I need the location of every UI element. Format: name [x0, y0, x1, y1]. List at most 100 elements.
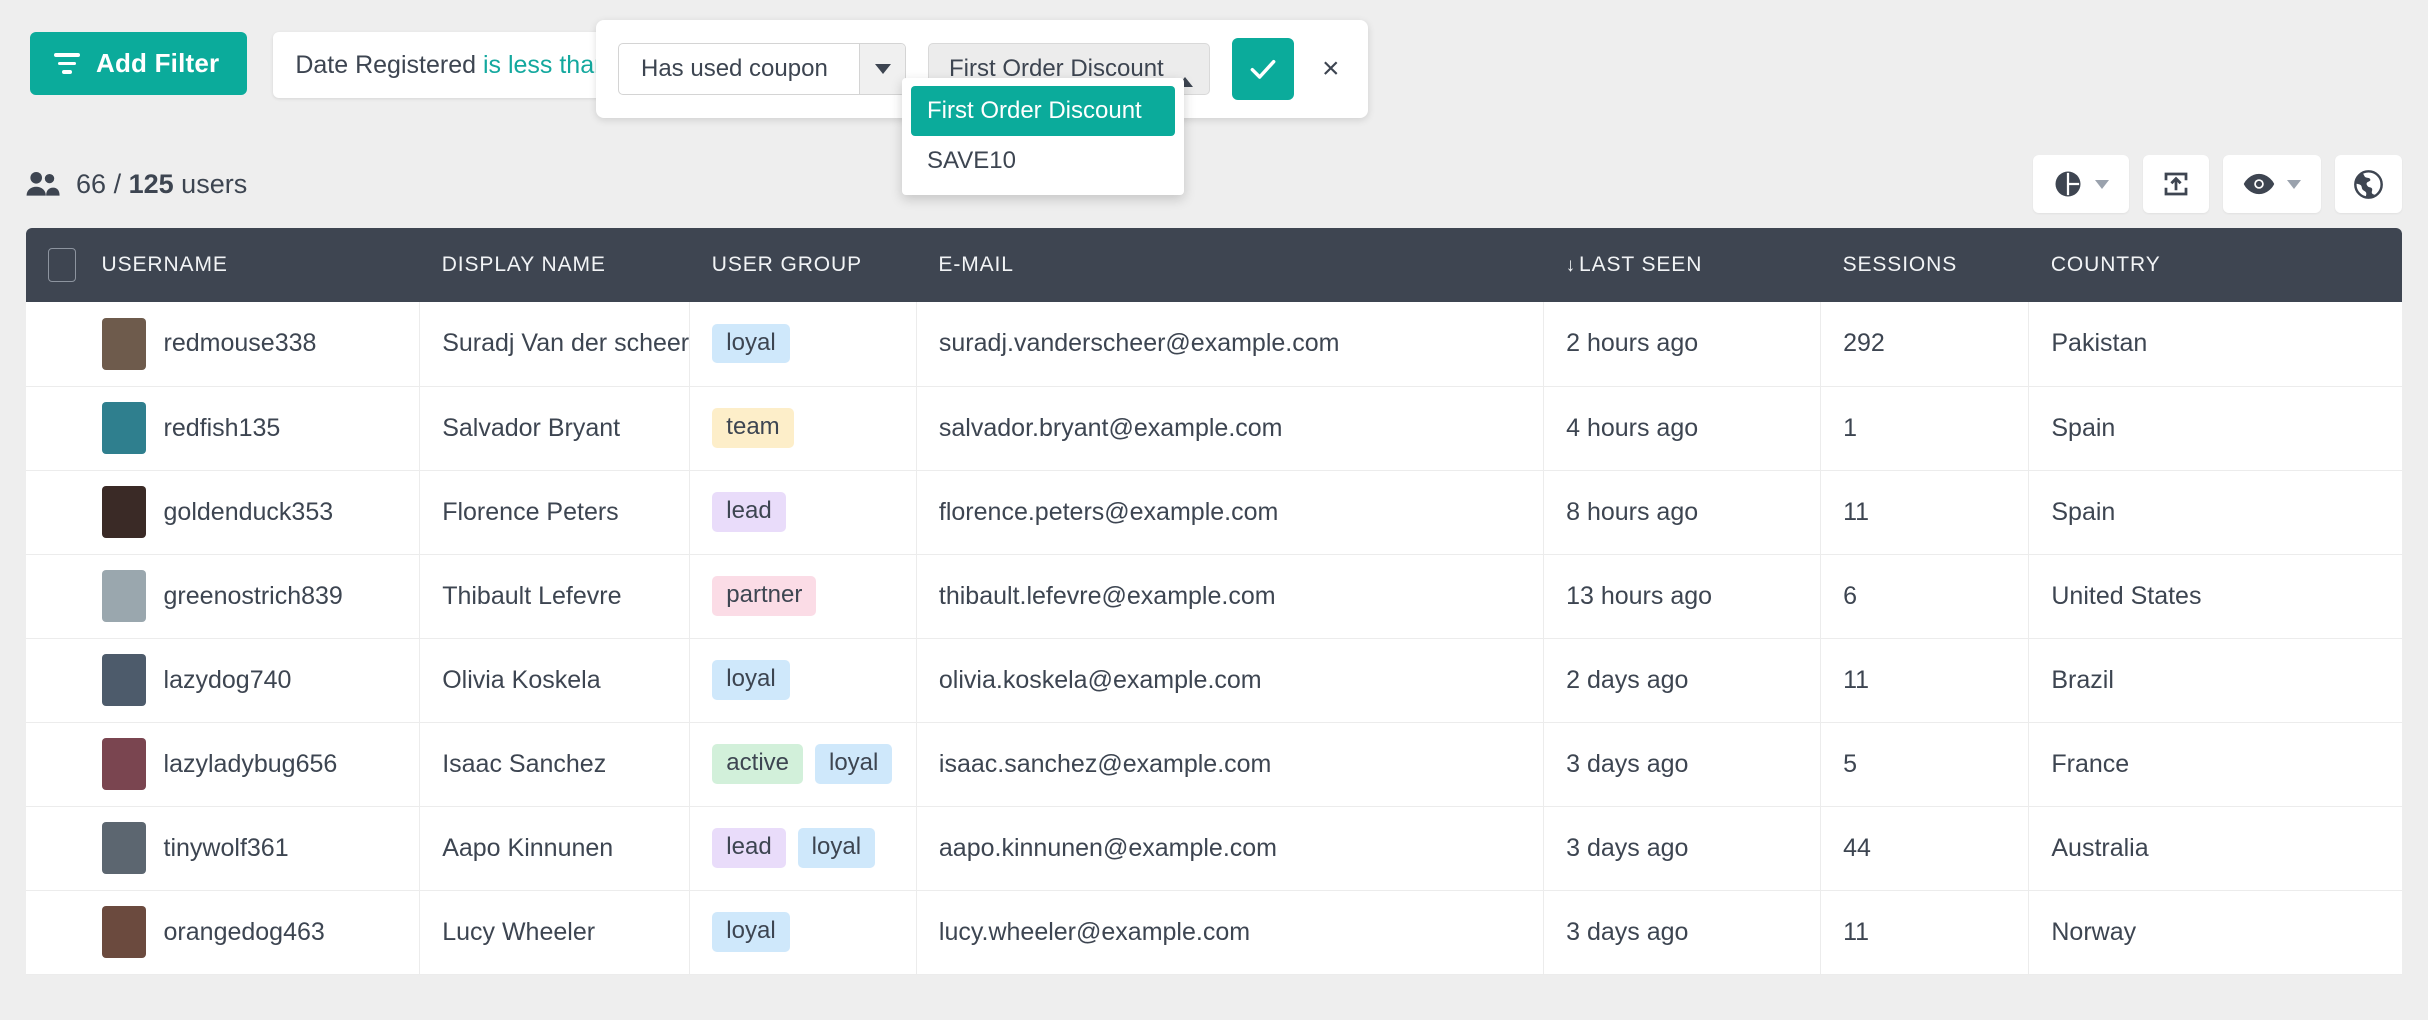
- table-row[interactable]: goldenduck353 Florence Peters lead florence…: [26, 470, 2402, 555]
- table-row[interactable]: redfish135 Salvador Bryant team salvador.br…: [26, 386, 2402, 471]
- cell-user-group: lead: [689, 470, 917, 555]
- cell-username: lazyladybug656: [101, 722, 421, 807]
- export-button[interactable]: [2143, 155, 2209, 213]
- cell-username: redmouse338: [101, 302, 421, 387]
- cell-user-group: lead loyal: [689, 806, 917, 891]
- tag-list: loyal: [712, 912, 916, 952]
- cell-country: Pakistan: [2028, 302, 2402, 387]
- condition-select[interactable]: Has used coupon: [618, 43, 906, 95]
- tag-list: lead loyal: [712, 828, 916, 868]
- column-header-username[interactable]: USERNAME: [101, 228, 420, 302]
- row-checkbox-cell[interactable]: [26, 470, 102, 555]
- cell-last-seen: 3 days ago: [1543, 806, 1822, 891]
- user-count-text: 66 / 125 users: [76, 169, 247, 200]
- cell-sessions: 44: [1820, 806, 2030, 891]
- table-row[interactable]: lazyladybug656 Isaac Sanchez active loyal is…: [26, 722, 2402, 807]
- globe-button[interactable]: [2335, 155, 2402, 213]
- cell-last-seen: 4 hours ago: [1543, 386, 1822, 471]
- column-header-country[interactable]: COUNTRY: [2028, 228, 2402, 302]
- username-label: greenostrich839: [163, 581, 343, 610]
- table-row[interactable]: orangedog463 Lucy Wheeler loyal lucy.wheele…: [26, 890, 2402, 975]
- select-all-checkbox[interactable]: [48, 248, 76, 282]
- user-group-tag: loyal: [712, 324, 790, 364]
- table-head: USERNAME DISPLAY NAME USER GROUP E-MAIL …: [26, 228, 2402, 302]
- row-checkbox-cell[interactable]: [26, 386, 102, 471]
- cell-display-name: Salvador Bryant: [419, 386, 691, 471]
- check-icon: [1250, 59, 1276, 79]
- cell-sessions: 11: [1820, 638, 2030, 723]
- table-body: redmouse338 Suradj Van der scheer loyal sur…: [26, 302, 2402, 975]
- pie-chart-icon: [2055, 171, 2081, 197]
- cell-user-group: partner: [689, 554, 917, 639]
- chevron-up-icon: [1177, 60, 1193, 87]
- avatar: [101, 822, 146, 874]
- cell-last-seen: 13 hours ago: [1543, 554, 1822, 639]
- tag-list: loyal: [712, 660, 916, 700]
- cell-user-group: team: [689, 386, 917, 471]
- eye-icon: [2243, 173, 2275, 195]
- condition-select-value: Has used coupon: [641, 55, 828, 82]
- table-row[interactable]: redmouse338 Suradj Van der scheer loyal sur…: [26, 302, 2402, 387]
- filter-bar: Add Filter Date Registered is less than …: [0, 0, 2428, 195]
- dropdown-option-save10[interactable]: SAVE10: [911, 136, 1175, 186]
- cell-sessions: 1: [1820, 386, 2030, 471]
- cell-country: United States: [2028, 554, 2402, 639]
- row-checkbox-cell[interactable]: [26, 890, 102, 975]
- row-checkbox-cell[interactable]: [26, 722, 102, 807]
- user-group-tag: lead: [712, 828, 786, 868]
- visible-columns-button[interactable]: [2223, 155, 2321, 213]
- add-filter-button[interactable]: Add Filter: [30, 32, 248, 95]
- username-label: lazyladybug656: [163, 749, 338, 778]
- avatar: [101, 317, 146, 370]
- cell-country: Australia: [2028, 806, 2402, 891]
- username-label: redfish135: [163, 413, 281, 442]
- chart-view-button[interactable]: [2033, 155, 2129, 213]
- cell-last-seen: 2 days ago: [1543, 638, 1822, 723]
- people-icon: [26, 171, 60, 196]
- users-table: USERNAME DISPLAY NAME USER GROUP E-MAIL …: [26, 228, 2402, 975]
- column-header-last-seen-label: LAST SEEN: [1579, 253, 1703, 276]
- tag-list: loyal: [712, 324, 916, 364]
- column-header-user-group[interactable]: USER GROUP: [689, 228, 917, 302]
- chevron-down-icon: [2287, 179, 2301, 189]
- cell-email: olivia.koskela@example.com: [916, 638, 1545, 723]
- user-group-tag: team: [712, 408, 794, 448]
- confirm-filter-button[interactable]: [1232, 38, 1294, 100]
- dropdown-option-first-order-discount[interactable]: First Order Discount: [911, 86, 1175, 136]
- row-checkbox-cell[interactable]: [26, 554, 102, 639]
- tag-list: team: [712, 408, 916, 448]
- cell-last-seen: 3 days ago: [1543, 722, 1822, 807]
- column-header-last-seen[interactable]: ↓ LAST SEEN: [1543, 228, 1821, 302]
- chevron-down-icon[interactable]: [859, 44, 905, 94]
- cell-user-group: loyal: [689, 890, 917, 975]
- select-all-header: [26, 228, 102, 302]
- tag-list: lead: [712, 492, 916, 532]
- column-header-sessions[interactable]: SESSIONS: [1820, 228, 2029, 302]
- sort-desc-icon: ↓: [1565, 255, 1576, 276]
- table-row[interactable]: greenostrich839 Thibault Lefevre partner th…: [26, 554, 2402, 639]
- user-group-tag: loyal: [712, 660, 790, 700]
- toolbar: [2033, 155, 2402, 213]
- avatar: [101, 402, 146, 454]
- row-checkbox-cell[interactable]: [26, 806, 102, 891]
- avatar: [101, 738, 146, 790]
- cell-display-name: Thibault Lefevre: [419, 554, 691, 639]
- count-separator: /: [113, 168, 122, 199]
- cell-last-seen: 2 hours ago: [1543, 302, 1822, 387]
- row-checkbox-cell[interactable]: [26, 638, 102, 723]
- table-row[interactable]: lazydog740 Olivia Koskela loyal olivia.kosk…: [26, 638, 2402, 723]
- filter-field-label: Date Registered: [295, 50, 476, 79]
- column-header-display-name[interactable]: DISPLAY NAME: [419, 228, 690, 302]
- cell-email: isaac.sanchez@example.com: [916, 722, 1545, 807]
- column-header-email[interactable]: E-MAIL: [916, 228, 1544, 302]
- cell-display-name: Isaac Sanchez: [419, 722, 691, 807]
- cell-email: suradj.vanderscheer@example.com: [916, 302, 1545, 387]
- cell-user-group: loyal: [689, 302, 917, 387]
- cell-display-name: Florence Peters: [419, 470, 691, 555]
- row-checkbox-cell[interactable]: [26, 302, 102, 387]
- cancel-filter-button[interactable]: ×: [1316, 52, 1346, 86]
- avatar: [101, 654, 146, 706]
- globe-icon: [2354, 169, 2383, 199]
- tag-list: active loyal: [712, 744, 916, 784]
- table-row[interactable]: tinywolf361 Aapo Kinnunen lead loyal aapo.ki…: [26, 806, 2402, 891]
